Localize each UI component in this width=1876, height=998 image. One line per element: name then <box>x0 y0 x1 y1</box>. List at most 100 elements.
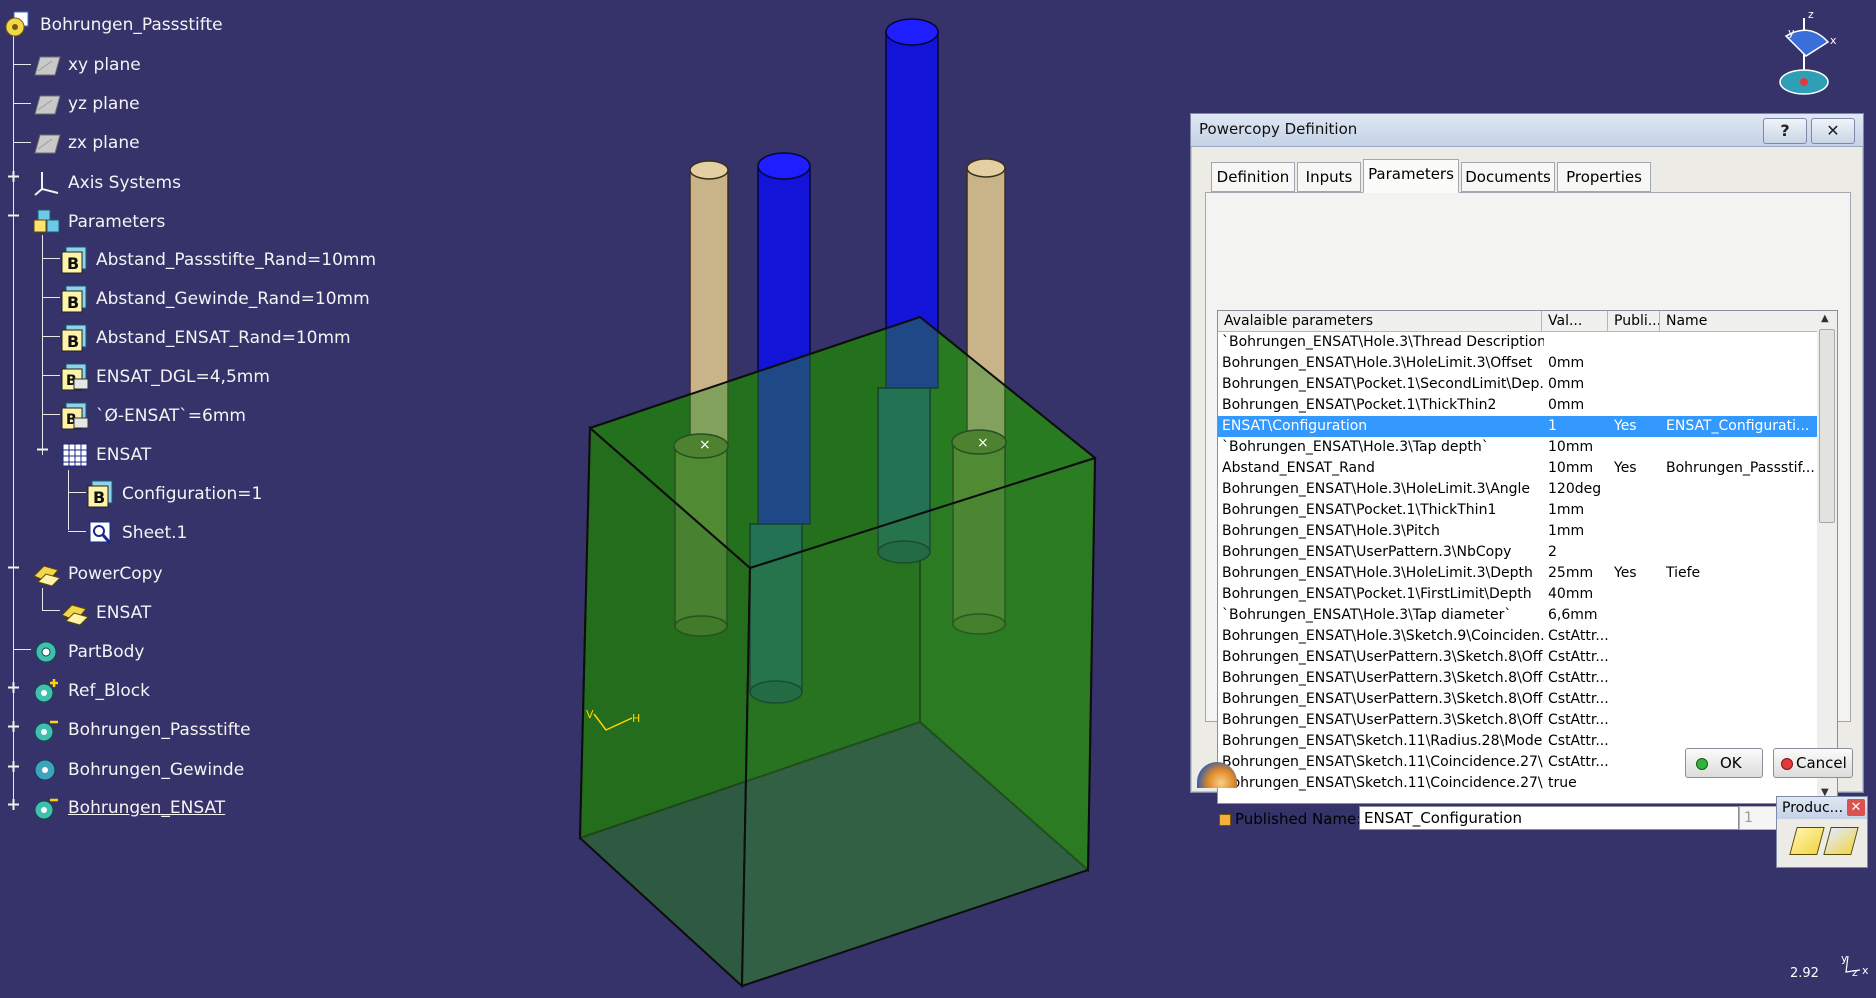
cell-published: Yes <box>1614 565 1637 581</box>
vertical-scrollbar[interactable]: ▲ ▼ <box>1817 310 1838 804</box>
tree-param-o-ensat[interactable]: B `Ø-ENSAT`=6mm <box>60 401 246 431</box>
cell-parameter: Bohrungen_ENSAT\UserPattern.3\NbCopy <box>1222 544 1512 560</box>
ok-button[interactable]: OK <box>1685 748 1763 778</box>
column-header-published[interactable]: Publi... <box>1608 311 1660 331</box>
geometrical-set-icon <box>34 720 58 742</box>
svg-text:z: z <box>1852 966 1858 979</box>
published-label: Published <box>1235 810 1308 828</box>
column-header-name[interactable]: Name <box>1660 311 1818 331</box>
expand-ref-block-icon[interactable] <box>7 681 20 694</box>
scrollbar-thumb[interactable] <box>1819 329 1835 523</box>
tree-item-ref-block[interactable]: Ref_Block <box>32 676 150 706</box>
table-row[interactable]: Bohrungen_ENSAT\UserPattern.3\Sketch.8\O… <box>1218 710 1818 731</box>
table-row[interactable]: Abstand_ENSAT_Rand 10mm Yes Bohrungen_Passs… <box>1218 458 1818 479</box>
tree-param-abstand-passstifte[interactable]: B Abstand_Passstifte_Rand=10mm <box>60 245 376 275</box>
tree-root[interactable]: Bohrungen_Passstifte <box>4 10 223 40</box>
table-row[interactable]: Bohrungen_ENSAT\UserPattern.3\Sketch.8\O… <box>1218 668 1818 689</box>
name-input[interactable] <box>1359 806 1739 830</box>
cell-value: 2 <box>1548 544 1557 560</box>
table-row[interactable]: Bohrungen_ENSAT\Hole.3\HoleLimit.3\Depth… <box>1218 563 1818 584</box>
tab-documents[interactable]: Documents <box>1461 162 1555 192</box>
tab-definition[interactable]: Definition <box>1211 162 1295 192</box>
catalog-powercopy-icon[interactable] <box>1823 827 1859 855</box>
table-row[interactable]: Bohrungen_ENSAT\UserPattern.3\NbCopy 2 <box>1218 542 1818 563</box>
product-toolbar[interactable]: Produc... ✕ <box>1776 796 1868 868</box>
svg-text:B: B <box>67 332 79 351</box>
powercopy-definition-dialog[interactable]: Powercopy Definition ? ✕ Definition Inpu… <box>1190 113 1864 830</box>
table-row[interactable]: Bohrungen_ENSAT\Hole.3\Sketch.9\Coincide… <box>1218 626 1818 647</box>
collapse-ensat-table-icon[interactable] <box>36 443 49 456</box>
tree-design-table-ensat[interactable]: ENSAT <box>60 440 151 470</box>
table-row[interactable]: Bohrungen_ENSAT\Pocket.1\ThickThin1 1mm <box>1218 500 1818 521</box>
collapse-powercopy-icon[interactable] <box>7 561 20 574</box>
tree-item-yz-plane[interactable]: yz plane <box>32 89 140 119</box>
expand-bohrungen-passstifte-icon[interactable] <box>7 720 20 733</box>
tree-param-abstand-ensat[interactable]: B Abstand_ENSAT_Rand=10mm <box>60 323 351 353</box>
table-row[interactable]: Bohrungen_ENSAT\UserPattern.3\Sketch.8\O… <box>1218 689 1818 710</box>
dialog-titlebar[interactable]: Powercopy Definition ? ✕ <box>1191 114 1863 147</box>
tree-item-bohrungen-passstifte[interactable]: Bohrungen_Passstifte <box>32 715 251 745</box>
expand-bohrungen-gewinde-icon[interactable] <box>7 760 20 773</box>
table-row[interactable]: `Bohrungen_ENSAT\Hole.3\Tap diameter` 6,6… <box>1218 605 1818 626</box>
instantiate-powercopy-icon[interactable] <box>1789 827 1825 855</box>
table-row[interactable]: Bohrungen_ENSAT\Pocket.1\FirstLimit\Dept… <box>1218 584 1818 605</box>
cell-value: CstAttr... <box>1548 733 1608 749</box>
corner-axis-icon: y x z <box>1841 952 1869 979</box>
svg-text:V: V <box>586 708 594 721</box>
tab-parameters[interactable]: Parameters <box>1363 159 1459 193</box>
tree-powercopy-ensat[interactable]: ENSAT <box>60 598 151 628</box>
tree-item-bohrungen-ensat[interactable]: Bohrungen_ENSAT <box>32 793 225 823</box>
table-row[interactable]: `Bohrungen_ENSAT\Hole.3\Tap depth` 10mm <box>1218 437 1818 458</box>
cell-parameter: Bohrungen_ENSAT\Pocket.1\FirstLimit\Dept… <box>1222 586 1532 602</box>
expand-axis-systems-icon[interactable] <box>7 170 20 183</box>
cell-parameter: Bohrungen_ENSAT\Hole.3\Sketch.9\Coincide… <box>1222 628 1544 644</box>
svg-text:z: z <box>1808 8 1814 21</box>
tree-item-partbody[interactable]: PartBody <box>32 637 144 667</box>
svg-text:y: y <box>1841 952 1848 965</box>
specification-tree[interactable]: Bohrungen_Passstifte xy plane yz plane z… <box>0 0 560 998</box>
cell-published: Yes <box>1614 418 1637 434</box>
table-row[interactable]: Bohrungen_ENSAT\Hole.3\HoleLimit.3\Offse… <box>1218 353 1818 374</box>
cancel-button[interactable]: Cancel <box>1773 748 1853 778</box>
expand-bohrungen-ensat-icon[interactable] <box>7 798 20 811</box>
table-row[interactable]: Bohrungen_ENSAT\Pocket.1\ThickThin2 0mm <box>1218 395 1818 416</box>
close-button[interactable]: ✕ <box>1811 118 1855 144</box>
tree-item-axis-systems[interactable]: Axis Systems <box>32 168 181 198</box>
compass-icon[interactable]: z y x <box>1779 8 1837 95</box>
tree-item-parameters[interactable]: Parameters <box>32 207 165 237</box>
parameters-list[interactable]: Avalaible parameters Val... Publi... Nam… <box>1217 310 1819 804</box>
column-header-parameters[interactable]: Avalaible parameters <box>1218 311 1542 331</box>
collapse-parameters-icon[interactable] <box>7 209 20 222</box>
table-row[interactable]: Bohrungen_ENSAT\Pocket.1\SecondLimit\Dep… <box>1218 374 1818 395</box>
tab-properties[interactable]: Properties <box>1557 162 1651 192</box>
tree-item-bohrungen-gewinde[interactable]: Bohrungen_Gewinde <box>32 755 244 785</box>
cell-value: CstAttr... <box>1548 628 1608 644</box>
table-row[interactable]: Bohrungen_ENSAT\Hole.3\Pitch 1mm <box>1218 521 1818 542</box>
table-row[interactable]: Bohrungen_ENSAT\UserPattern.3\Sketch.8\O… <box>1218 647 1818 668</box>
tree-sheet-1[interactable]: Sheet.1 <box>86 518 187 548</box>
product-toolbar-close-button[interactable]: ✕ <box>1847 799 1865 816</box>
tree-param-ensat-dgl[interactable]: B ENSAT_DGL=4,5mm <box>60 362 270 392</box>
cell-parameter: Bohrungen_ENSAT\Pocket.1\SecondLimit\Dep… <box>1222 376 1544 392</box>
tab-inputs[interactable]: Inputs <box>1297 162 1361 192</box>
tree-param-configuration[interactable]: B Configuration=1 <box>86 479 262 509</box>
help-button[interactable]: ? <box>1763 118 1807 144</box>
tree-item-xy-plane[interactable]: xy plane <box>32 50 141 80</box>
cell-value: 1mm <box>1548 502 1585 518</box>
published-checkbox[interactable] <box>1219 814 1231 826</box>
cell-parameter: Abstand_ENSAT_Rand <box>1222 460 1375 476</box>
tree-item-powercopy[interactable]: PowerCopy <box>32 559 163 589</box>
name-label: Name: <box>1312 810 1362 828</box>
table-row[interactable]: ENSAT\Configuration 1 Yes ENSAT_Configurati… <box>1218 416 1818 437</box>
tree-param-abstand-gewinde[interactable]: B Abstand_Gewinde_Rand=10mm <box>60 284 370 314</box>
column-header-value[interactable]: Val... <box>1542 311 1608 331</box>
cell-published: Yes <box>1614 460 1637 476</box>
table-row[interactable]: Bohrungen_ENSAT\Hole.3\HoleLimit.3\Angle… <box>1218 479 1818 500</box>
table-row[interactable]: `Bohrungen_ENSAT\Hole.3\Thread Descripti… <box>1218 332 1818 353</box>
cell-parameter: Bohrungen_ENSAT\Hole.3\Pitch <box>1222 523 1440 539</box>
list-rows: `Bohrungen_ENSAT\Hole.3\Thread Descripti… <box>1218 332 1818 794</box>
scroll-up-icon[interactable]: ▲ <box>1821 313 1829 324</box>
svg-text:x: x <box>1830 34 1837 47</box>
cell-value: 40mm <box>1548 586 1594 602</box>
tree-item-zx-plane[interactable]: zx plane <box>32 128 140 158</box>
